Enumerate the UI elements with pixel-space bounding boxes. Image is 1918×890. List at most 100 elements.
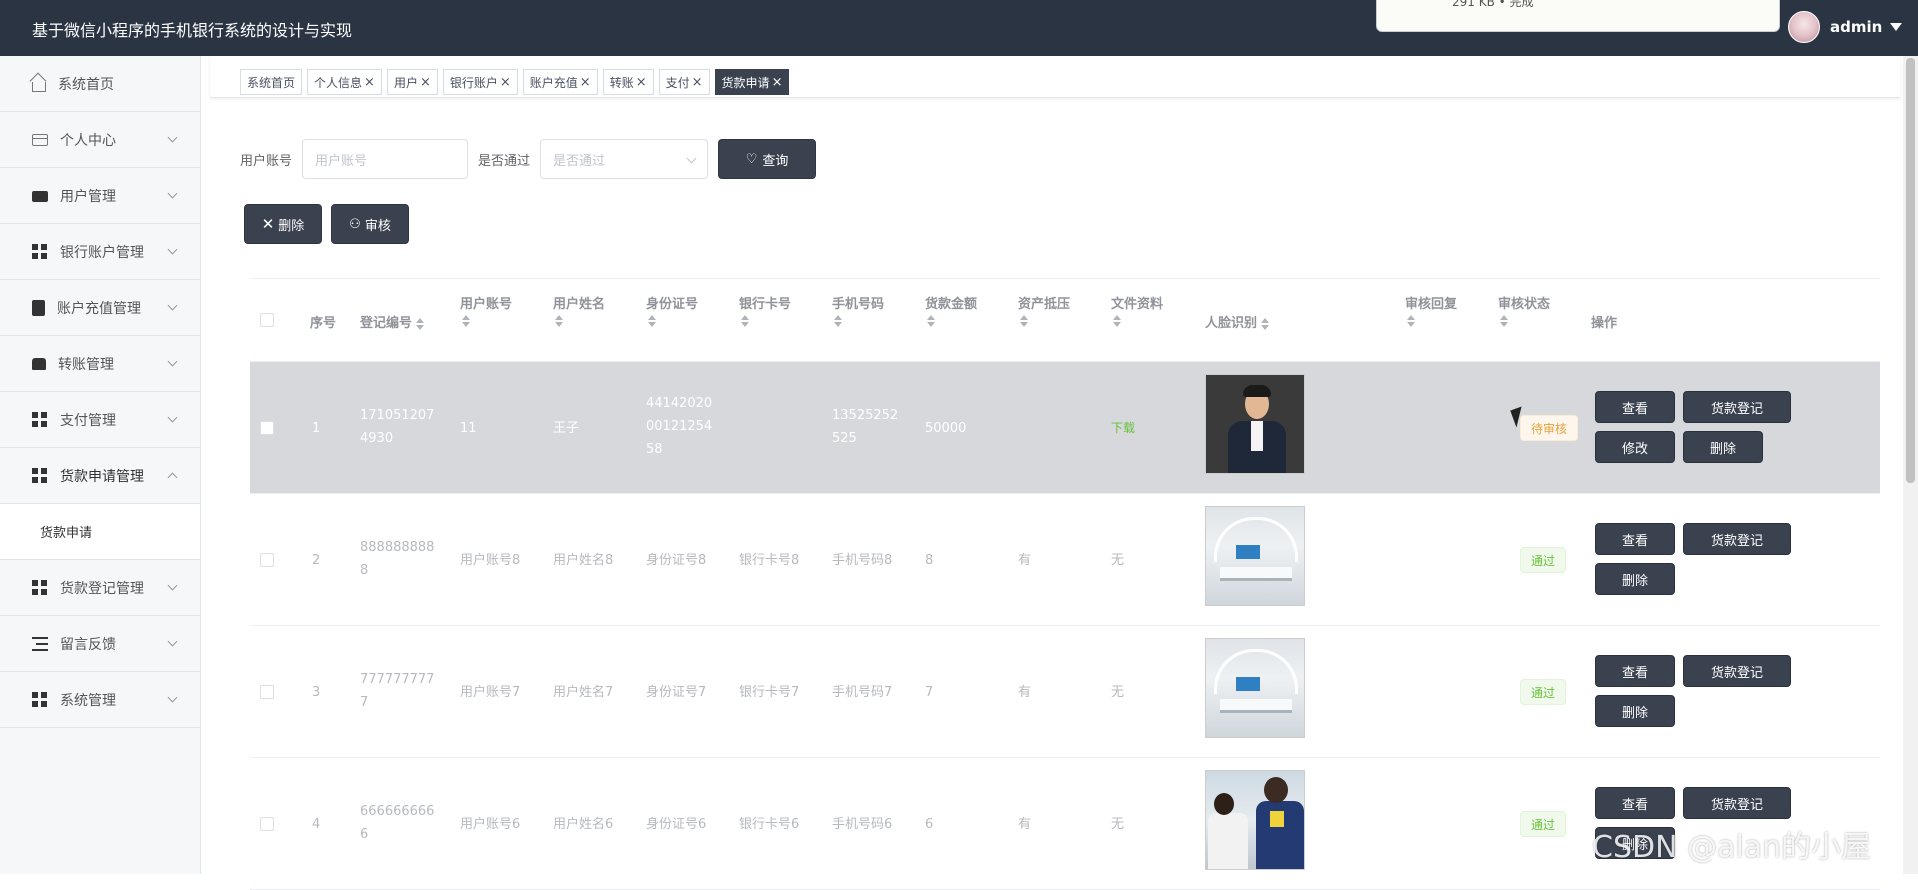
tab-label: 用户	[393, 75, 418, 90]
status-badge: 通过	[1520, 811, 1567, 837]
header-card-no[interactable]: 银行卡号	[739, 293, 791, 327]
tab-bank-account[interactable]: 银行账户 ×	[442, 69, 518, 95]
sidebar-item-loan-registration[interactable]: 货款登记管理	[0, 560, 200, 616]
loan-register-button[interactable]: 货款登记	[1683, 655, 1791, 687]
cell-account: 11	[460, 421, 477, 436]
table-row[interactable]: 2 888888888 8 用户账号8 用户姓名8 身份证号8 银行卡号8 手机号…	[250, 494, 1880, 626]
sidebar-item-home[interactable]: 系统首页	[0, 56, 200, 112]
sidebar-item-personal-center[interactable]: 个人中心	[0, 112, 200, 168]
face-photo[interactable]	[1205, 374, 1305, 474]
table-row[interactable]: 3 777777777 7 用户账号7 用户姓名7 身份证号7 银行卡号7 手机号…	[250, 626, 1880, 758]
face-photo[interactable]	[1205, 506, 1305, 606]
scrollbar-thumb[interactable]	[1906, 58, 1915, 483]
tab-label: 转账	[609, 75, 634, 90]
view-button[interactable]: 查看	[1595, 655, 1675, 687]
table-row[interactable]: 1 171051207 4930 11 王子 44142020 00121254 58…	[250, 362, 1880, 494]
row-checkbox[interactable]	[260, 553, 274, 567]
row-checkbox[interactable]	[260, 685, 274, 699]
close-icon[interactable]: ×	[580, 75, 591, 90]
user-name: admin	[1830, 18, 1883, 36]
sidebar-item-user-management[interactable]: 用户管理	[0, 168, 200, 224]
close-icon[interactable]: ×	[772, 75, 783, 90]
sidebar-item-recharge[interactable]: 账户充值管理	[0, 280, 200, 336]
cell-text: 666666666	[360, 804, 435, 819]
user-menu[interactable]: admin	[1788, 10, 1903, 44]
header-index: 序号	[310, 316, 337, 331]
cell-reg-no: 171051207 4930	[360, 404, 434, 450]
page-scrollbar[interactable]	[1903, 56, 1918, 874]
bulk-actions: ✕ 删除 ⚇ 审核	[244, 204, 409, 244]
delete-button[interactable]: 删除	[1595, 563, 1675, 595]
view-button[interactable]: 查看	[1595, 787, 1675, 819]
close-icon[interactable]: ×	[692, 75, 703, 90]
header-reg-no[interactable]: 登记编号	[360, 312, 425, 331]
sidebar-item-transfer[interactable]: 转账管理	[0, 336, 200, 392]
header-label: 审核回复	[1405, 297, 1458, 312]
cell-name: 王子	[553, 421, 580, 436]
cell-reg-no: 666666666 6	[360, 800, 434, 846]
close-icon[interactable]: ×	[636, 75, 647, 90]
header-phone[interactable]: 手机号码	[832, 293, 884, 327]
cell-account: 用户账号8	[460, 553, 521, 568]
clipboard-icon	[32, 299, 45, 316]
query-button[interactable]: ♡ 查询	[718, 139, 817, 179]
tab-user[interactable]: 用户 ×	[386, 69, 438, 95]
download-link[interactable]: 下载	[1111, 417, 1135, 440]
cell-id-no: 44142020 00121254 58	[646, 392, 712, 461]
loan-register-button[interactable]: 货款登记	[1683, 787, 1791, 819]
account-input[interactable]: 用户账号	[302, 139, 469, 179]
row-checkbox[interactable]	[260, 421, 274, 435]
delete-button[interactable]: 删除	[1683, 431, 1763, 463]
bulk-delete-button[interactable]: ✕ 删除	[244, 204, 322, 244]
tab-transfer[interactable]: 转账 ×	[602, 69, 654, 95]
header-label: 身份证号	[646, 297, 699, 312]
loan-register-button[interactable]: 货款登记	[1683, 523, 1791, 555]
sidebar-subitem-loan-application[interactable]: 货款申请	[0, 504, 200, 560]
sidebar-item-payment[interactable]: 支付管理	[0, 392, 200, 448]
select-all-checkbox[interactable]	[260, 313, 274, 327]
header-reply[interactable]: 审核回复	[1405, 293, 1458, 327]
close-icon[interactable]: ×	[420, 75, 431, 90]
sidebar-item-label: 转账管理	[58, 356, 114, 373]
download-popup[interactable]: 291 KB • 完成	[1376, 0, 1780, 32]
header-amount[interactable]: 货款金额	[925, 293, 977, 327]
row-checkbox[interactable]	[260, 817, 274, 831]
header-files[interactable]: 文件资料	[1111, 293, 1163, 327]
header-name[interactable]: 用户姓名	[553, 293, 605, 327]
face-photo[interactable]	[1205, 770, 1305, 870]
sidebar-item-label: 系统首页	[58, 76, 114, 93]
sidebar-item-bank-accounts[interactable]: 银行账户管理	[0, 224, 200, 280]
audit-button[interactable]: ⚇ 审核	[331, 204, 409, 244]
tab-home[interactable]: 系统首页	[240, 69, 303, 95]
close-icon[interactable]: ×	[500, 75, 511, 90]
edit-button[interactable]: 修改	[1595, 431, 1675, 463]
tabs-bar: 系统首页 个人信息 × 用户 × 银行账户 × 账户充值 × 转账 × 支付 × 货款申请 ×	[210, 56, 1900, 98]
loan-register-button[interactable]: 货款登记	[1683, 391, 1791, 423]
header-account[interactable]: 用户账号	[460, 293, 512, 327]
header-id-no[interactable]: 身份证号	[646, 293, 699, 327]
sidebar-item-system[interactable]: 系统管理	[0, 672, 200, 728]
face-photo[interactable]	[1205, 638, 1305, 738]
close-icon[interactable]: ×	[364, 75, 375, 90]
tab-label: 账户充值	[529, 75, 578, 90]
sidebar-item-loan-application[interactable]: 货款申请管理	[0, 448, 200, 504]
view-button[interactable]: 查看	[1595, 523, 1675, 555]
header-collateral[interactable]: 资产抵压	[1018, 293, 1070, 327]
sidebar-item-label: 货款登记管理	[60, 580, 144, 597]
header-status[interactable]: 审核状态	[1498, 293, 1550, 327]
sidebar-item-feedback[interactable]: 留言反馈	[0, 616, 200, 672]
tab-payment[interactable]: 支付 ×	[658, 69, 710, 95]
cell-text: 6	[360, 827, 369, 842]
cell-phone: 手机号码7	[832, 685, 893, 700]
header-face[interactable]: 人脸识别	[1205, 312, 1270, 331]
sort-icon	[741, 315, 749, 327]
view-button[interactable]: 查看	[1595, 391, 1675, 423]
tab-recharge[interactable]: 账户充值 ×	[522, 69, 598, 95]
tab-personal-info[interactable]: 个人信息 ×	[307, 69, 382, 95]
grid-icon	[32, 467, 48, 484]
delete-button[interactable]: 删除	[1595, 695, 1675, 727]
tab-loan-application[interactable]: 货款申请 ×	[714, 69, 790, 95]
passed-select[interactable]: 是否通过	[540, 139, 709, 179]
sidebar-item-label: 银行账户管理	[60, 244, 144, 261]
sidebar-item-label: 系统管理	[60, 692, 116, 709]
